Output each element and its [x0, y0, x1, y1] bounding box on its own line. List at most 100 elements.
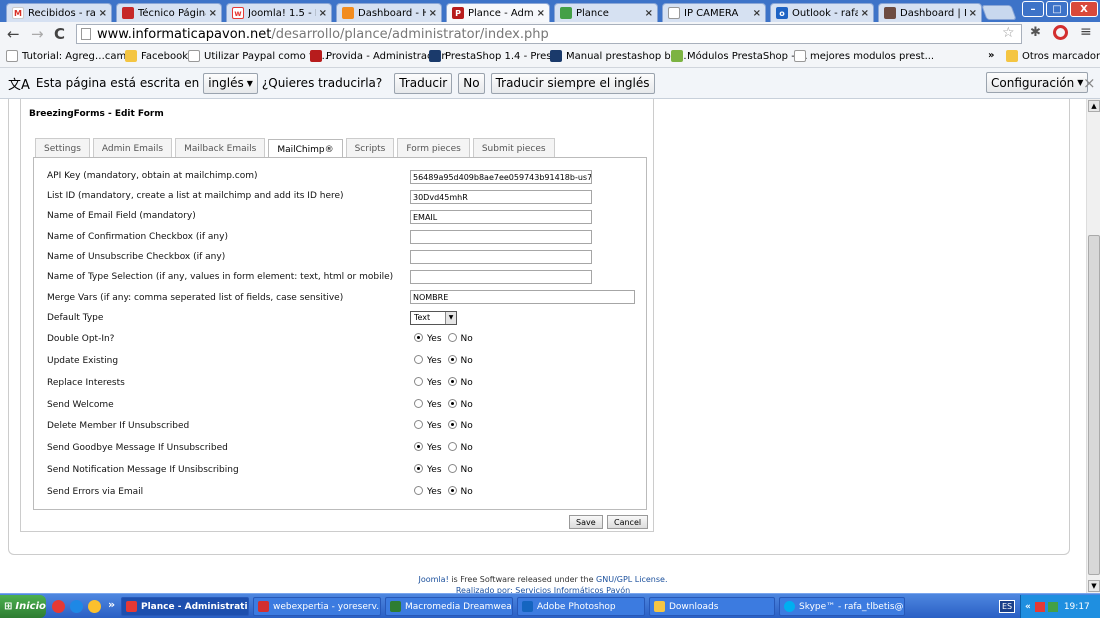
maximize-button[interactable]: □	[1046, 1, 1068, 17]
browser-tab-mailchimp-dashboard[interactable]: Dashboard | Mai ×	[878, 3, 982, 22]
new-tab-button[interactable]	[981, 5, 1017, 20]
reload-icon[interactable]: C	[54, 25, 65, 43]
browser-tab-outlook[interactable]: o Outlook - rafa_tl ×	[770, 3, 874, 22]
browser-tab-dashboard-host[interactable]: Dashboard - Hos ×	[336, 3, 442, 22]
yes-radio[interactable]	[414, 485, 423, 495]
gnu-gpl-link[interactable]: GNU/GPL License.	[596, 575, 667, 584]
no-radio[interactable]	[447, 441, 457, 451]
tab-close-icon[interactable]: ×	[429, 8, 437, 19]
browser-tab-plance[interactable]: Plance ×	[554, 3, 658, 22]
minimize-button[interactable]: –	[1022, 1, 1044, 17]
chrome-icon[interactable]	[52, 600, 65, 613]
ie-icon[interactable]	[70, 600, 83, 613]
scroll-up-icon[interactable]: ▲	[1088, 100, 1100, 112]
network-icon[interactable]	[1034, 601, 1045, 612]
security-icon[interactable]	[1047, 601, 1058, 612]
bookmark-provida[interactable]: Provida - Administración	[310, 50, 448, 62]
confirmation-checkbox-input[interactable]	[410, 230, 592, 244]
menu-icon[interactable]: ≡	[1080, 24, 1092, 40]
list-id-input[interactable]	[410, 190, 592, 204]
yes-radio[interactable]	[414, 376, 423, 386]
merge-vars-input[interactable]	[410, 290, 635, 304]
yes-radio[interactable]	[414, 398, 423, 408]
browser-tab-plance-admin[interactable]: P Plance - Admini ×	[446, 3, 550, 22]
tab-form-pieces[interactable]: Form pieces	[397, 138, 470, 158]
tab-close-icon[interactable]: ×	[319, 8, 327, 19]
tab-settings[interactable]: Settings	[35, 138, 90, 158]
no-translate-button[interactable]: No	[458, 72, 485, 94]
no-radio[interactable]	[447, 398, 457, 408]
bookmark-mejores-modulos[interactable]: mejores modulos prest...	[794, 50, 934, 62]
yes-radio[interactable]	[414, 441, 423, 451]
no-radio[interactable]	[447, 376, 457, 386]
bookmark-manual-prestashop[interactable]: Manual prestashop bu...	[550, 50, 687, 62]
email-field-input[interactable]	[410, 210, 592, 224]
no-radio[interactable]	[447, 332, 457, 342]
task-downloads[interactable]: Downloads	[649, 597, 775, 616]
extension-icon[interactable]: ✱	[1030, 25, 1041, 40]
translate-config-dropdown[interactable]: Configuración ▼	[986, 72, 1089, 93]
bookmark-facebook[interactable]: Facebook	[125, 50, 188, 62]
tab-close-icon[interactable]: ×	[645, 8, 653, 19]
bookmark-tutorial[interactable]: Tutorial: Agreg…cam…	[6, 50, 136, 62]
tray-expand-icon[interactable]: «	[1025, 602, 1031, 612]
tab-mailback-emails[interactable]: Mailback Emails	[175, 138, 266, 158]
cancel-button[interactable]: Cancel	[607, 515, 649, 529]
task-photoshop[interactable]: Adobe Photoshop	[517, 597, 645, 616]
address-bar[interactable]: www.informaticapavon.net/desarrollo/plan…	[76, 24, 1022, 44]
default-type-select[interactable]: Text ▼	[410, 311, 457, 325]
unsubscribe-checkbox-input[interactable]	[410, 250, 592, 264]
browser-tab-joomla[interactable]: w Joomla! 1.5 - Fo ×	[226, 3, 332, 22]
type-selection-input[interactable]	[410, 270, 592, 284]
browser-tab-ip-camera[interactable]: IP CAMERA ×	[662, 3, 766, 22]
tab-close-icon[interactable]: ×	[861, 8, 869, 19]
scroll-down-icon[interactable]: ▼	[1088, 580, 1100, 592]
task-skype[interactable]: Skype™ - rafa_tlbetis@...	[779, 597, 905, 616]
no-radio[interactable]	[447, 485, 457, 495]
close-translate-icon[interactable]: ×	[1083, 74, 1096, 92]
yes-radio[interactable]	[414, 332, 423, 342]
tab-close-icon[interactable]: ×	[209, 8, 217, 19]
browser-tab-gmail[interactable]: M Recibidos - rafa ×	[6, 3, 112, 22]
tab-close-icon[interactable]: ×	[99, 8, 107, 19]
api-key-input[interactable]	[410, 170, 592, 184]
tab-close-icon[interactable]: ×	[537, 8, 545, 19]
other-bookmarks[interactable]: Otros marcadores	[1006, 50, 1100, 62]
task-webexpertia[interactable]: webexpertia - yoreserv...	[253, 597, 381, 616]
tab-close-icon[interactable]: ×	[753, 8, 761, 19]
star-icon[interactable]: ☆	[1002, 25, 1015, 41]
vertical-scrollbar[interactable]: ▲ ▼	[1086, 99, 1100, 593]
tab-mailchimp[interactable]: MailChimp®	[268, 139, 343, 159]
tab-scripts[interactable]: Scripts	[345, 138, 395, 158]
yes-radio[interactable]	[414, 419, 423, 429]
start-button[interactable]: ⊞ Inicio	[0, 595, 46, 618]
yes-radio[interactable]	[414, 463, 423, 473]
bookmark-modulos-prestashop[interactable]: Módulos PrestaShop - ...	[671, 50, 808, 62]
scrollbar-thumb[interactable]	[1088, 235, 1100, 575]
close-window-button[interactable]: X	[1070, 1, 1098, 17]
yes-radio[interactable]	[414, 354, 423, 364]
tab-close-icon[interactable]: ×	[969, 8, 977, 19]
save-button[interactable]: Save	[569, 515, 603, 529]
quicklaunch-overflow[interactable]: »	[108, 598, 115, 611]
no-radio[interactable]	[447, 419, 457, 429]
tab-submit-pieces[interactable]: Submit pieces	[472, 138, 555, 158]
always-translate-button[interactable]: Traducir siempre el inglés	[490, 72, 655, 94]
forward-arrow-icon[interactable]: →	[31, 25, 44, 43]
messenger-icon[interactable]	[88, 600, 101, 613]
language-badge[interactable]: ES	[999, 600, 1016, 613]
bookmark-paypal[interactable]: Utilizar Paypal como fo...	[188, 50, 328, 62]
task-plance-admin[interactable]: Plance - Administrati...	[121, 597, 249, 616]
language-dropdown[interactable]: inglés ▼	[203, 72, 258, 94]
opera-icon[interactable]	[1053, 25, 1068, 40]
bookmark-prestashop[interactable]: PrestaShop 1.4 - Pres...	[429, 50, 561, 62]
bookmarks-overflow-button[interactable]: »	[988, 50, 994, 61]
browser-tab-tecnico[interactable]: Técnico Páginas ×	[116, 3, 222, 22]
back-arrow-icon[interactable]: ←	[7, 25, 20, 43]
translate-button[interactable]: Traducir	[394, 72, 453, 94]
task-dreamweaver[interactable]: Macromedia Dreamweav...	[385, 597, 513, 616]
joomla-link[interactable]: Joomla!	[419, 575, 449, 584]
no-radio[interactable]	[447, 463, 457, 473]
no-radio[interactable]	[447, 354, 457, 364]
tab-admin-emails[interactable]: Admin Emails	[92, 138, 173, 158]
